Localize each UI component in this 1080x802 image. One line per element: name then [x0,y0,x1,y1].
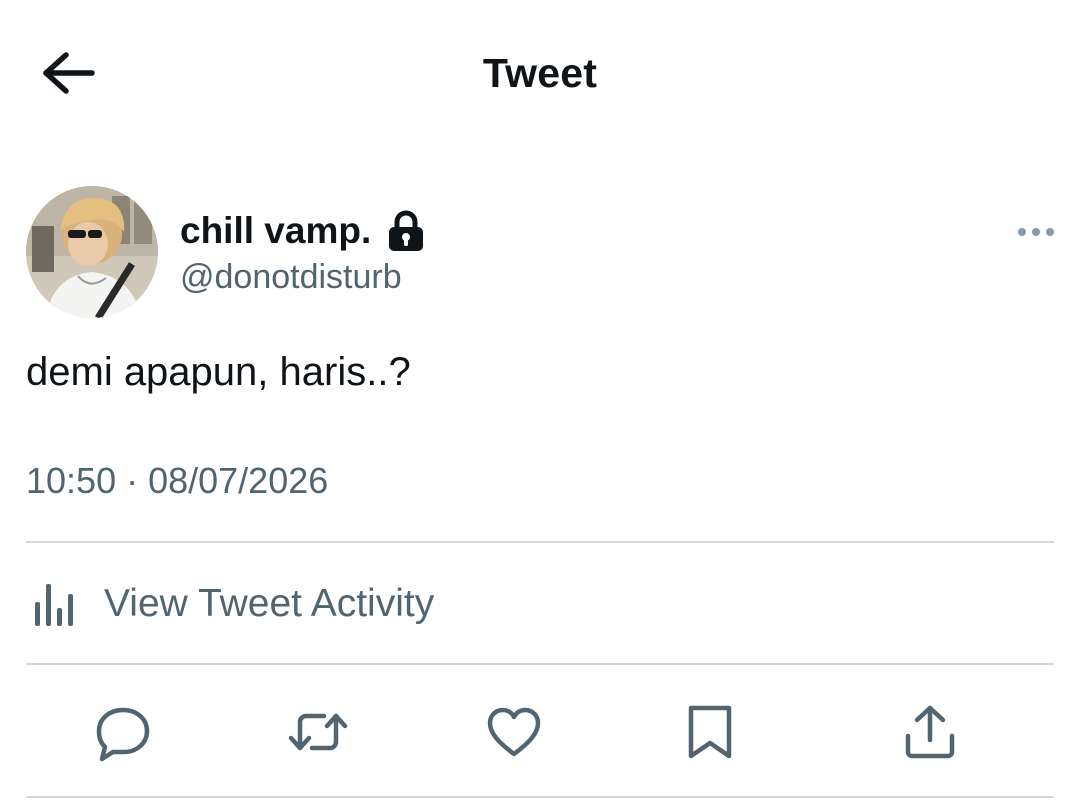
profile-photo [26,186,158,318]
reply-bubble-icon [96,707,150,762]
bookmark-button[interactable] [680,702,740,762]
lock-icon [387,210,425,252]
top-bar: Tweet [0,0,1080,150]
tweet-timestamp[interactable]: 10:50 · 08/07/2026 [26,460,328,502]
share-icon [905,705,955,759]
divider [26,663,1054,665]
author-handle[interactable]: @donotdisturb [180,258,402,297]
heart-icon [487,707,541,757]
retweet-icon [288,713,348,751]
timestamp-separator: · [126,460,139,501]
divider [26,541,1054,543]
more-horizontal-icon [1018,228,1054,236]
tweet-date: 08/07/2026 [148,460,329,501]
tweet-time: 10:50 [26,460,117,501]
page-title: Tweet [482,50,598,96]
divider [26,796,1054,798]
more-options-button[interactable] [1010,215,1060,249]
like-button[interactable] [484,702,544,762]
share-button[interactable] [900,702,960,762]
avatar[interactable] [26,186,158,318]
display-name[interactable]: chill vamp. [180,210,371,252]
analytics-bar-icon [26,576,82,632]
author-name-row: chill vamp. [180,206,425,256]
reply-button[interactable] [93,702,153,762]
view-tweet-activity-label: View Tweet Activity [104,582,435,625]
retweet-button[interactable] [288,702,348,762]
tweet-text: demi apapun, haris..? [26,350,411,394]
view-tweet-activity-button[interactable]: View Tweet Activity [26,566,434,642]
bookmark-icon [688,705,732,759]
